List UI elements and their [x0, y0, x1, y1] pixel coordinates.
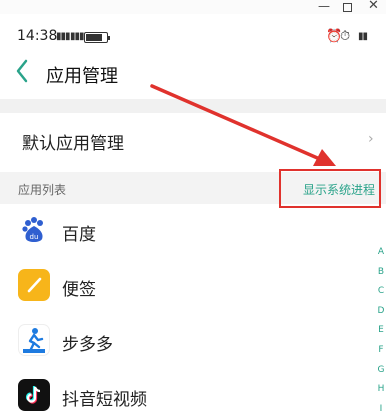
baidu-icon: du: [18, 214, 50, 246]
notes-icon: [18, 269, 50, 301]
signal-icon: ▮▮▮: [56, 31, 70, 42]
tiktok-icon: [18, 379, 50, 411]
index-letter[interactable]: A: [376, 243, 386, 263]
status-time: 14:38: [17, 28, 58, 44]
app-list: du 百度 便签 步多多 抖音短视频: [0, 204, 372, 416]
signal-icon: ▮▮▮: [70, 31, 84, 42]
window-titlebar: — ✕: [0, 0, 386, 14]
app-name: 百度: [62, 225, 96, 245]
app-list-label: 应用列表: [18, 183, 67, 197]
list-item[interactable]: du 百度: [0, 204, 372, 259]
app-name: 抖音短视频: [62, 390, 147, 410]
status-bar: 14:38 ▮▮▮ ▮▮▮ ⏰ ⏱ ▮▮: [0, 24, 386, 50]
app-list-header: 应用列表 显示系统进程: [0, 172, 386, 204]
app-name: 便签: [62, 280, 96, 300]
index-letter[interactable]: I: [376, 400, 386, 416]
show-system-processes-button[interactable]: 显示系统进程: [303, 181, 375, 198]
index-letter[interactable]: E: [376, 321, 386, 341]
close-button[interactable]: ✕: [368, 0, 379, 13]
battery-icon: [84, 32, 110, 43]
clock-icon: ⏱: [340, 29, 351, 44]
index-letter[interactable]: D: [376, 302, 386, 322]
step-icon: [18, 324, 50, 356]
index-letter[interactable]: B: [376, 263, 386, 283]
page-header: 应用管理: [0, 56, 386, 92]
list-item[interactable]: 便签: [0, 259, 372, 314]
section-divider: [0, 99, 386, 113]
index-letter[interactable]: G: [376, 361, 386, 381]
svg-text:du: du: [30, 233, 39, 241]
signal-icon: ▮▮: [358, 31, 368, 42]
index-letter[interactable]: F: [376, 341, 386, 361]
minimize-button[interactable]: —: [318, 0, 330, 13]
list-item[interactable]: 步多多: [0, 314, 372, 369]
default-apps-row[interactable]: 默认应用管理 ›: [0, 113, 386, 169]
index-letter[interactable]: H: [376, 380, 386, 400]
page-title: 应用管理: [46, 66, 118, 87]
index-letter[interactable]: C: [376, 282, 386, 302]
chevron-right-icon: ›: [368, 131, 374, 147]
app-name: 步多多: [62, 335, 113, 355]
list-item[interactable]: 抖音短视频: [0, 369, 372, 416]
default-apps-label: 默认应用管理: [22, 134, 124, 154]
maximize-button[interactable]: [343, 3, 352, 12]
chevron-left-icon[interactable]: [14, 56, 30, 86]
alphabet-index[interactable]: A B C D E F G H I: [376, 243, 386, 416]
